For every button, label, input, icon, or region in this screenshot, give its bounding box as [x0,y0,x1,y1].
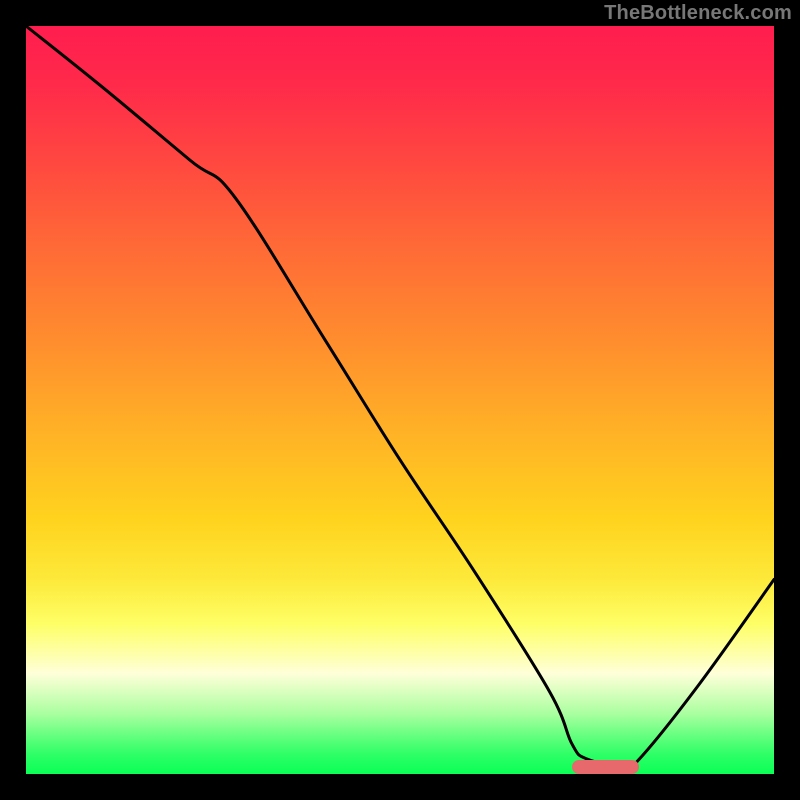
bottleneck-curve [0,0,800,800]
minimum-marker [572,760,639,774]
chart-frame: TheBottleneck.com [0,0,800,800]
watermark-text: TheBottleneck.com [604,2,792,25]
